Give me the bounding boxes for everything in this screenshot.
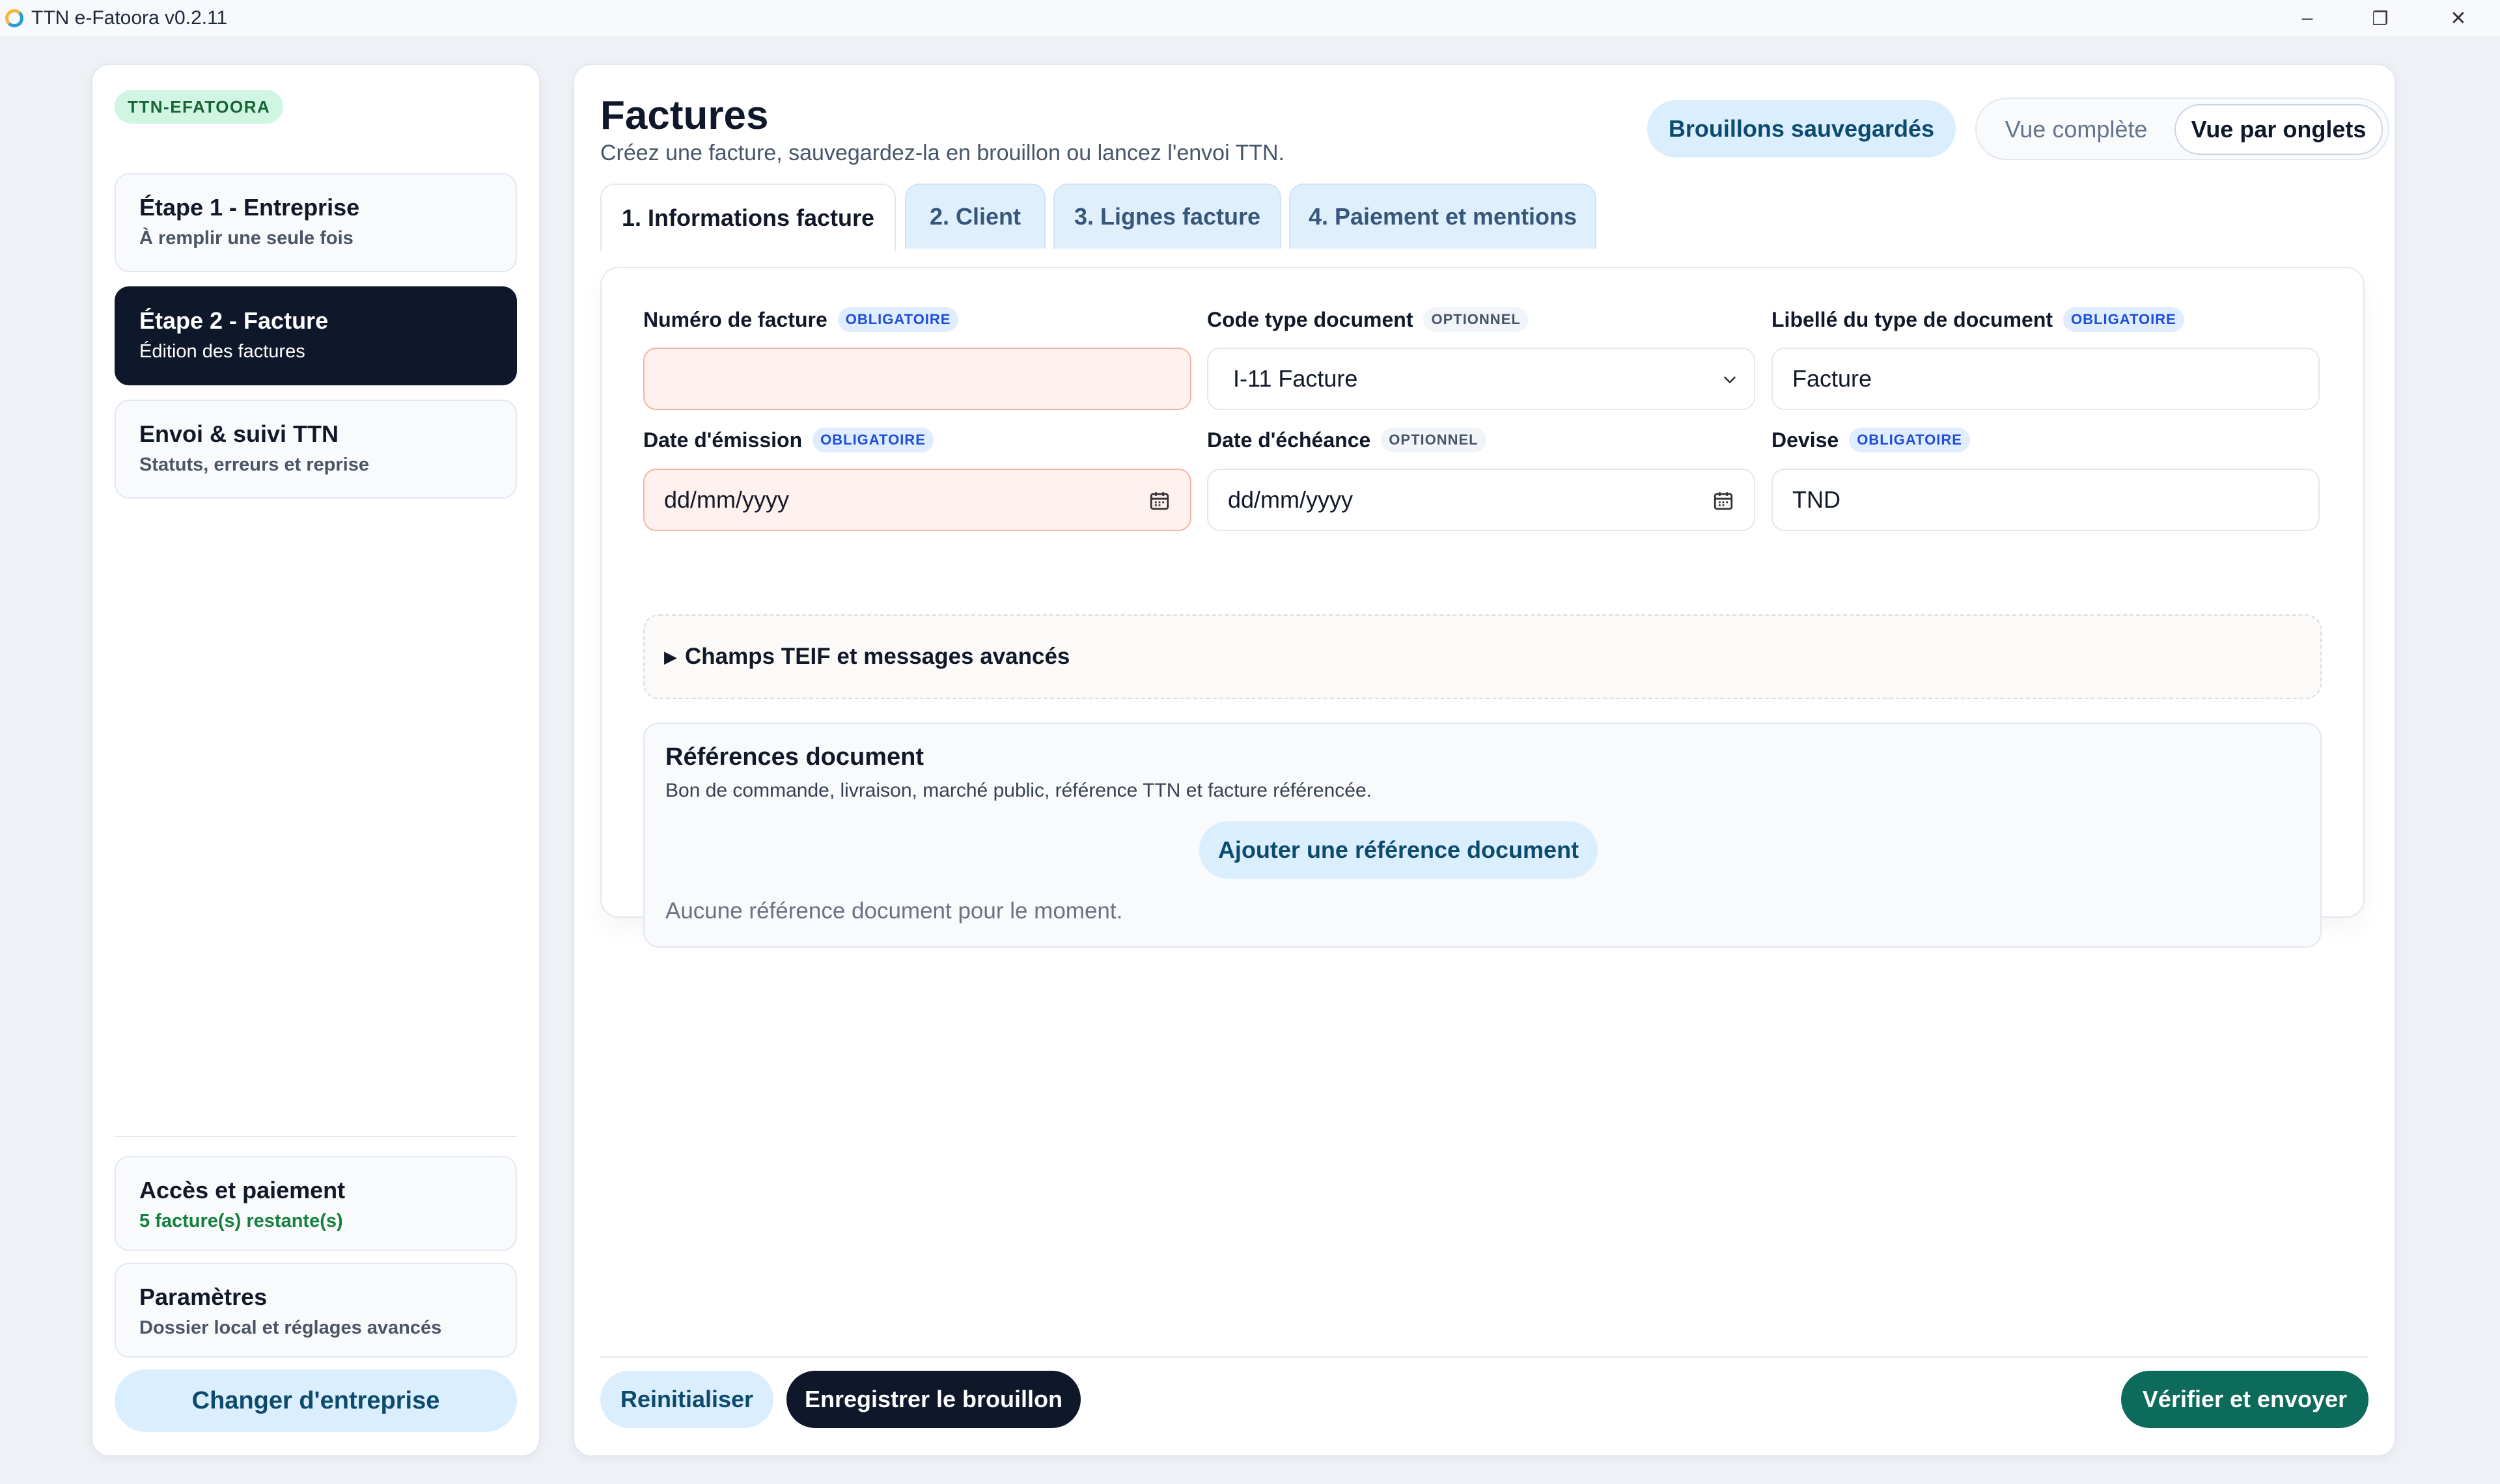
- calendar-icon[interactable]: [1148, 489, 1171, 512]
- references-title: Références document: [665, 743, 924, 771]
- required-badge: OBLIGATOIRE: [1849, 428, 1970, 452]
- saved-drafts-button[interactable]: Brouillons sauvegardés: [1647, 100, 1956, 158]
- date-placeholder: dd/mm/yyyy: [1228, 486, 1354, 513]
- tab-client[interactable]: 2. Client: [905, 184, 1046, 249]
- doc-type-code-label: Code type document OPTIONNEL: [1207, 307, 1529, 332]
- chevron-down-icon: [1724, 376, 1736, 383]
- tab-paiement-mentions[interactable]: 4. Paiement et mentions: [1289, 184, 1596, 249]
- minimize-button[interactable]: –: [2271, 0, 2344, 36]
- optional-badge: OPTIONNEL: [1381, 428, 1486, 452]
- doc-type-label-label: Libellé du type de document OBLIGATOIRE: [1771, 307, 2184, 332]
- sidebar-settings[interactable]: Paramètres Dossier local et réglages ava…: [115, 1263, 517, 1358]
- calendar-icon[interactable]: [1712, 489, 1734, 512]
- select-value: I-11 Facture: [1233, 365, 1358, 392]
- maximize-button[interactable]: ❐: [2344, 0, 2417, 36]
- currency-label: Devise OBLIGATOIRE: [1771, 428, 1970, 452]
- label-text: Libellé du type de document: [1771, 307, 2053, 331]
- step-subtitle: Édition des factures: [139, 341, 305, 362]
- view-toggle: Vue complète Vue par onglets: [1975, 98, 2389, 160]
- tabs-view-option[interactable]: Vue par onglets: [2174, 104, 2383, 155]
- sidebar: TTN-EFATOORA Étape 1 - Entreprise À remp…: [91, 64, 540, 1457]
- settings-title: Paramètres: [139, 1284, 268, 1310]
- label-text: Date d'émission: [643, 428, 803, 452]
- invoice-info-form: Numéro de facture OBLIGATOIRE Code type …: [600, 267, 2365, 948]
- due-date-input[interactable]: dd/mm/yyyy: [1207, 469, 1755, 531]
- issue-date-input[interactable]: dd/mm/yyyy: [643, 469, 1191, 531]
- required-badge: OBLIGATOIRE: [812, 428, 934, 452]
- optional-badge: OPTIONNEL: [1423, 307, 1529, 332]
- doc-type-label-input[interactable]: Facture: [1771, 348, 2320, 410]
- app-logo-icon: [5, 9, 23, 27]
- caret-right-icon: ▶: [664, 646, 677, 666]
- step-title: Étape 2 - Facture: [139, 307, 329, 334]
- settings-subtitle: Dossier local et réglages avancés: [139, 1317, 442, 1338]
- window-title: TTN e-Fatoora v0.2.11: [31, 7, 228, 29]
- step-subtitle: Statuts, erreurs et reprise: [139, 454, 369, 475]
- currency-input[interactable]: TND: [1771, 469, 2320, 531]
- references-empty-state: Aucune référence document pour le moment…: [665, 898, 1123, 924]
- issue-date-label: Date d'émission OBLIGATOIRE: [643, 428, 934, 452]
- advanced-label: Champs TEIF et messages avancés: [685, 644, 1070, 669]
- page-title: Factures: [600, 93, 769, 138]
- label-text: Numéro de facture: [643, 307, 827, 331]
- full-view-option[interactable]: Vue complète: [1982, 104, 2171, 155]
- verify-send-button[interactable]: Vérifier et envoyer: [2121, 1371, 2368, 1428]
- remaining-invoices: 5 facture(s) restante(s): [139, 1211, 343, 1231]
- advanced-teif-toggle[interactable]: ▶ Champs TEIF et messages avancés: [643, 614, 2322, 699]
- change-company-button[interactable]: Changer d'entreprise: [115, 1369, 517, 1432]
- required-badge: OBLIGATOIRE: [837, 307, 959, 332]
- reset-button[interactable]: Reinitialiser: [600, 1371, 773, 1428]
- label-text: Code type document: [1207, 307, 1413, 331]
- sidebar-step-envoi-ttn[interactable]: Envoi & suivi TTN Statuts, erreurs et re…: [115, 400, 517, 499]
- document-references-section: Références document Bon de commande, liv…: [643, 722, 2322, 948]
- doc-type-code-select[interactable]: I-11 Facture: [1207, 348, 1755, 410]
- brand-badge: TTN-EFATOORA: [115, 90, 284, 124]
- main-panel: Factures Créez une facture, sauvegardez-…: [573, 64, 2396, 1457]
- footer-divider: [600, 1356, 2368, 1358]
- sidebar-step-facture[interactable]: Étape 2 - Facture Édition des factures: [115, 286, 517, 385]
- date-placeholder: dd/mm/yyyy: [664, 486, 790, 513]
- label-text: Date d'échéance: [1207, 428, 1371, 452]
- window-titlebar: TTN e-Fatoora v0.2.11 – ❐ ✕: [0, 0, 2500, 36]
- add-reference-button[interactable]: Ajouter une référence document: [1199, 821, 1598, 879]
- step-subtitle: À remplir une seule fois: [139, 228, 354, 249]
- required-badge: OBLIGATOIRE: [2063, 307, 2184, 332]
- save-draft-button[interactable]: Enregistrer le brouillon: [786, 1371, 1081, 1428]
- step-title: Envoi & suivi TTN: [139, 420, 339, 447]
- references-subtitle: Bon de commande, livraison, marché publi…: [665, 780, 1372, 801]
- invoice-number-label: Numéro de facture OBLIGATOIRE: [643, 307, 959, 332]
- invoice-number-input[interactable]: [643, 348, 1191, 410]
- due-date-label: Date d'échéance OPTIONNEL: [1207, 428, 1486, 452]
- access-title: Accès et paiement: [139, 1177, 346, 1203]
- page-subtitle: Créez une facture, sauvegardez-la en bro…: [600, 141, 1285, 165]
- close-window-button[interactable]: ✕: [2422, 0, 2495, 36]
- sidebar-step-entreprise[interactable]: Étape 1 - Entreprise À remplir une seule…: [115, 173, 517, 272]
- sidebar-access-payment[interactable]: Accès et paiement 5 facture(s) restante(…: [115, 1156, 517, 1251]
- label-text: Devise: [1771, 428, 1839, 452]
- sidebar-divider: [115, 1136, 517, 1137]
- tab-lignes-facture[interactable]: 3. Lignes facture: [1053, 184, 1281, 249]
- tab-informations-facture[interactable]: 1. Informations facture: [600, 184, 896, 251]
- step-title: Étape 1 - Entreprise: [139, 194, 360, 221]
